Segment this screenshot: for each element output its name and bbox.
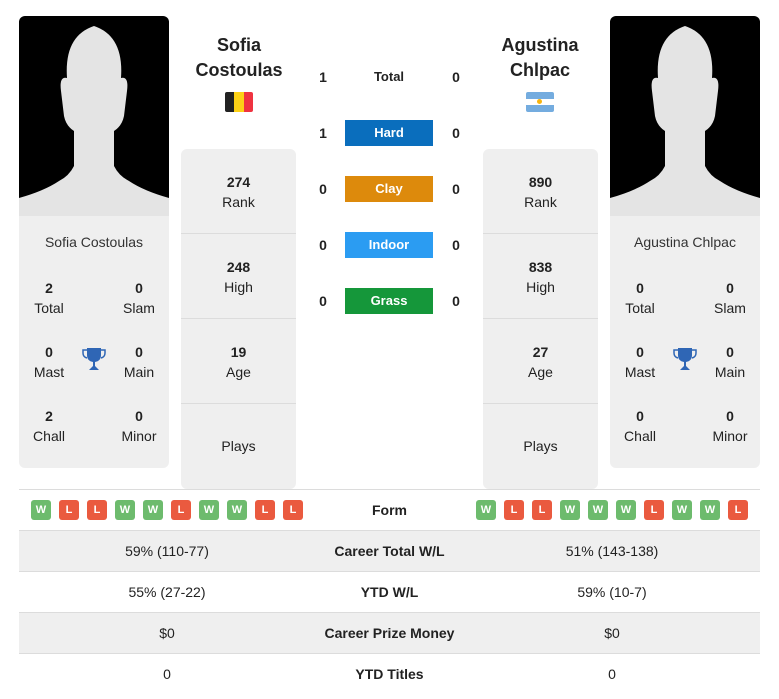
player2-rank: 890 Rank xyxy=(483,149,598,234)
player2-name[interactable]: Agustina Chlpac xyxy=(475,33,605,83)
form-loss-badge[interactable]: L xyxy=(532,500,552,520)
argentina-flag-icon xyxy=(526,92,554,112)
h2h-row-grass: 0 Grass 0 xyxy=(310,288,470,314)
table-row: 55% (27-22) YTD W/L 59% (10-7) xyxy=(19,571,760,612)
table-row: 0 YTD Titles 0 xyxy=(19,653,760,694)
player2-high: 838 High xyxy=(483,234,598,319)
player2-stat-value: $0 xyxy=(604,625,620,641)
player2-titles-card: Agustina Chlpac 0 Total 0 Slam 0 Mast 0 Main… xyxy=(610,216,760,468)
h2h-row-total: 1 Total 0 xyxy=(310,64,470,90)
h2h-p1-value: 0 xyxy=(319,293,327,309)
surface-badge-grass[interactable]: Grass xyxy=(345,288,433,314)
surface-badge-indoor[interactable]: Indoor xyxy=(345,232,433,258)
form-loss-badge[interactable]: L xyxy=(255,500,275,520)
player1-total-titles: 2 Total xyxy=(34,280,64,316)
form-win-badge[interactable]: W xyxy=(616,500,636,520)
player1-slam-titles: 0 Slam xyxy=(123,280,155,316)
h2h-p2-value: 0 xyxy=(452,293,460,309)
form-win-badge[interactable]: W xyxy=(227,500,247,520)
comparison-table: WLLWWLWWLL Form WLLWWWLWWL 59% (110-77) … xyxy=(19,489,760,694)
player1-stat-value: 0 xyxy=(163,666,171,682)
belgium-flag-icon xyxy=(225,92,253,112)
form-label: Form xyxy=(372,502,407,518)
form-win-badge[interactable]: W xyxy=(199,500,219,520)
form-loss-badge[interactable]: L xyxy=(171,500,191,520)
form-row: WLLWWLWWLL Form WLLWWWLWWL xyxy=(19,489,760,530)
player1-chall-titles: 2 Chall xyxy=(33,408,65,444)
stat-label: YTD Titles xyxy=(355,666,424,682)
player2-stats-card: 890 Rank 838 High 27 Age Plays xyxy=(483,149,598,489)
stat-label: YTD W/L xyxy=(360,584,419,600)
player2-stat-value: 59% (10-7) xyxy=(577,584,647,600)
player1-name[interactable]: Sofia Costoulas xyxy=(174,33,304,83)
stat-label: Career Total W/L xyxy=(334,543,445,559)
form-loss-badge[interactable]: L xyxy=(504,500,524,520)
surface-badge-hard[interactable]: Hard xyxy=(345,120,433,146)
h2h-p1-value: 1 xyxy=(319,69,327,85)
stat-label: Career Prize Money xyxy=(324,625,455,641)
player2-plays: Plays xyxy=(523,438,558,454)
form-win-badge[interactable]: W xyxy=(588,500,608,520)
player2-photo xyxy=(610,16,760,216)
form-win-badge[interactable]: W xyxy=(700,500,720,520)
silhouette-icon xyxy=(19,26,169,216)
form-loss-badge[interactable]: L xyxy=(59,500,79,520)
player2-slam-titles: 0 Slam xyxy=(714,280,746,316)
table-row: 59% (110-77) Career Total W/L 51% (143-1… xyxy=(19,530,760,571)
form-loss-badge[interactable]: L xyxy=(283,500,303,520)
h2h-p1-value: 1 xyxy=(319,125,327,141)
h2h-p2-value: 0 xyxy=(452,125,460,141)
player2-name-small: Agustina Chlpac xyxy=(634,234,736,250)
player1-photo xyxy=(19,16,169,216)
player2-chall-titles: 0 Chall xyxy=(624,408,656,444)
player2-stat-value: 0 xyxy=(608,666,616,682)
form-loss-badge[interactable]: L xyxy=(728,500,748,520)
form-win-badge[interactable]: W xyxy=(476,500,496,520)
player1-stats-card: 274 Rank 248 High 19 Age Plays xyxy=(181,149,296,489)
player2-stat-value: 51% (143-138) xyxy=(565,543,659,559)
player1-mast-titles: 0 Mast xyxy=(33,344,65,380)
player1-high: 248 High xyxy=(181,234,296,319)
player1-age: 19 Age xyxy=(181,319,296,404)
trophy-icon xyxy=(673,348,697,370)
h2h-p1-value: 0 xyxy=(319,181,327,197)
player1-form: WLLWWLWWLL xyxy=(19,500,315,520)
h2h-p2-value: 0 xyxy=(452,69,460,85)
h2h-p1-value: 0 xyxy=(319,237,327,253)
form-win-badge[interactable]: W xyxy=(31,500,51,520)
h2h-label: Total xyxy=(373,69,405,84)
silhouette-icon xyxy=(610,26,760,216)
surface-badge-clay[interactable]: Clay xyxy=(345,176,433,202)
h2h-p2-value: 0 xyxy=(452,237,460,253)
player2-main-titles: 0 Main xyxy=(714,344,746,380)
form-win-badge[interactable]: W xyxy=(143,500,163,520)
player2-minor-titles: 0 Minor xyxy=(712,408,748,444)
h2h-row-clay: 0 Clay 0 xyxy=(310,176,470,202)
player1-minor-titles: 0 Minor xyxy=(121,408,157,444)
player2-age: 27 Age xyxy=(483,319,598,404)
player1-stat-value: 55% (27-22) xyxy=(128,584,206,600)
player1-rank: 274 Rank xyxy=(181,149,296,234)
player2-total-titles: 0 Total xyxy=(625,280,655,316)
h2h-row-indoor: 0 Indoor 0 xyxy=(310,232,470,258)
h2h-row-hard: 1 Hard 0 xyxy=(310,120,470,146)
form-loss-badge[interactable]: L xyxy=(87,500,107,520)
player1-name-small: Sofia Costoulas xyxy=(44,234,144,250)
h2h-p2-value: 0 xyxy=(452,181,460,197)
player2-form: WLLWWWLWWL xyxy=(464,500,760,520)
table-row: $0 Career Prize Money $0 xyxy=(19,612,760,653)
form-loss-badge[interactable]: L xyxy=(644,500,664,520)
form-win-badge[interactable]: W xyxy=(560,500,580,520)
form-win-badge[interactable]: W xyxy=(115,500,135,520)
player1-plays: Plays xyxy=(221,438,256,454)
player1-stat-value: 59% (110-77) xyxy=(125,543,209,559)
player1-main-titles: 0 Main xyxy=(123,344,155,380)
player1-titles-card: Sofia Costoulas 2 Total 0 Slam 0 Mast 0 Main… xyxy=(19,216,169,468)
player2-mast-titles: 0 Mast xyxy=(624,344,656,380)
player1-stat-value: $0 xyxy=(159,625,175,641)
trophy-icon xyxy=(82,348,106,370)
form-win-badge[interactable]: W xyxy=(672,500,692,520)
